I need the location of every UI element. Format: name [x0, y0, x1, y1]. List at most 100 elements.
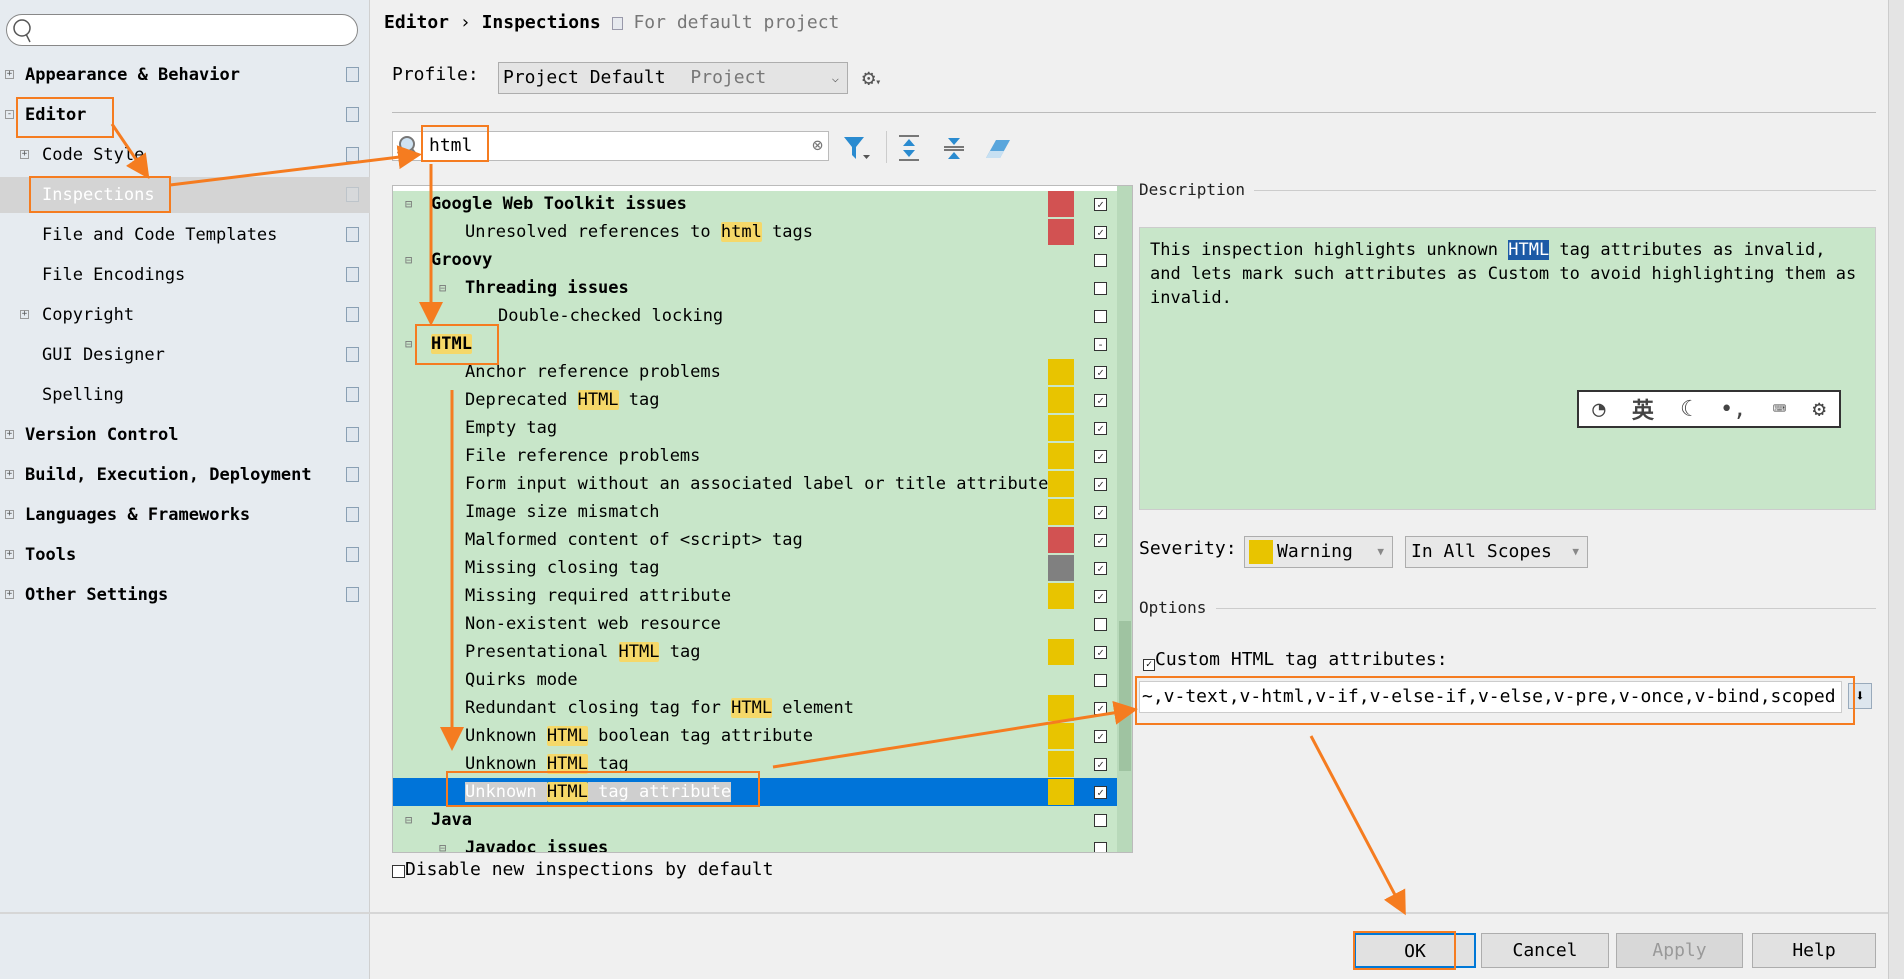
- expand-icon[interactable]: +: [5, 510, 14, 519]
- expand-icon[interactable]: +: [5, 70, 14, 79]
- apply-button[interactable]: Apply: [1616, 933, 1743, 968]
- custom-attributes-input[interactable]: ~,v-text,v-html,v-if,v-else-if,v-else,v-…: [1139, 681, 1842, 713]
- inspection-row[interactable]: Image size mismatch ✓: [393, 498, 1117, 526]
- inspection-row[interactable]: Deprecated HTML tag ✓: [393, 386, 1117, 414]
- sidebar-item-file-encodings[interactable]: File Encodings: [0, 257, 370, 293]
- collapse-icon[interactable]: ⊟: [405, 246, 412, 274]
- sidebar-item-file-and-code-templates[interactable]: File and Code Templates: [0, 217, 370, 253]
- sidebar-item-appearance-behavior[interactable]: + Appearance & Behavior: [0, 57, 370, 93]
- inspection-row[interactable]: Missing required attribute ✓: [393, 582, 1117, 610]
- expand-icon[interactable]: +: [5, 550, 14, 559]
- expand-icon[interactable]: +: [5, 590, 14, 599]
- keyboard-icon[interactable]: ⌨: [1773, 397, 1786, 422]
- collapse-icon[interactable]: ⊟: [439, 834, 446, 852]
- collapse-icon[interactable]: -: [5, 110, 14, 119]
- ime-toolbar[interactable]: ◔ 英 ☾ •, ⌨ ⚙: [1577, 390, 1841, 428]
- sidebar-item-editor[interactable]: - Editor: [0, 97, 370, 133]
- tree-scrollbar[interactable]: [1117, 186, 1132, 852]
- inspection-enabled-checkbox[interactable]: -: [1094, 338, 1107, 351]
- custom-attributes-checkbox[interactable]: ✓ Custom HTML tag attributes:: [1143, 649, 1448, 671]
- severity-dropdown[interactable]: Warning ▼: [1244, 536, 1393, 568]
- inspection-row[interactable]: Anchor reference problems ✓: [393, 358, 1117, 386]
- sidebar-item-spelling[interactable]: Spelling: [0, 377, 370, 413]
- inspection-row[interactable]: Malformed content of <script> tag ✓: [393, 526, 1117, 554]
- inspection-enabled-checkbox[interactable]: [1094, 618, 1107, 631]
- filter-icon[interactable]: [842, 134, 872, 162]
- inspection-row[interactable]: ⊟ Google Web Toolkit issues ✓: [393, 190, 1117, 218]
- sidebar-item-gui-designer[interactable]: GUI Designer: [0, 337, 370, 373]
- inspection-enabled-checkbox[interactable]: ✓: [1094, 730, 1107, 743]
- inspection-row[interactable]: ⊟ Java: [393, 806, 1117, 834]
- collapse-icon[interactable]: ⊟: [405, 330, 412, 358]
- inspection-row[interactable]: Double-checked locking: [393, 302, 1117, 330]
- expand-icon[interactable]: +: [5, 470, 14, 479]
- disable-new-inspections-checkbox[interactable]: Disable new inspections by default: [392, 859, 773, 880]
- inspection-enabled-checkbox[interactable]: ✓: [1094, 646, 1107, 659]
- inspection-enabled-checkbox[interactable]: ✓: [1094, 394, 1107, 407]
- profile-dropdown[interactable]: Project Default Project ⌵: [498, 62, 848, 94]
- moon-icon[interactable]: ☾: [1680, 397, 1693, 422]
- inspections-tree[interactable]: ⊟ Google Web Toolkit issues ✓ Unresolved re…: [392, 185, 1133, 853]
- inspection-enabled-checkbox[interactable]: [1094, 814, 1107, 827]
- punctuation-icon[interactable]: •,: [1720, 397, 1747, 422]
- inspection-enabled-checkbox[interactable]: ✓: [1094, 562, 1107, 575]
- inspection-row[interactable]: Unknown HTML tag ✓: [393, 750, 1117, 778]
- inspection-enabled-checkbox[interactable]: ✓: [1094, 590, 1107, 603]
- settings-search-input[interactable]: [6, 14, 358, 46]
- sidebar-item-version-control[interactable]: + Version Control: [0, 417, 370, 453]
- inspection-enabled-checkbox[interactable]: ✓: [1094, 450, 1107, 463]
- sidebar-item-tools[interactable]: + Tools: [0, 537, 370, 573]
- inspection-enabled-checkbox[interactable]: [1094, 674, 1107, 687]
- inspection-row[interactable]: Missing closing tag ✓: [393, 554, 1117, 582]
- sidebar-item-languages-frameworks[interactable]: + Languages & Frameworks: [0, 497, 370, 533]
- sidebar-item-inspections[interactable]: Inspections: [0, 177, 370, 213]
- inspection-row[interactable]: File reference problems ✓: [393, 442, 1117, 470]
- collapse-icon[interactable]: ⊟: [405, 190, 412, 218]
- inspection-row[interactable]: Redundant closing tag for HTML element ✓: [393, 694, 1117, 722]
- inspection-enabled-checkbox[interactable]: [1094, 310, 1107, 323]
- inspection-filter-input[interactable]: html ⊗: [392, 131, 829, 161]
- checkmark-icon[interactable]: ✓: [1143, 659, 1155, 671]
- clear-icon[interactable]: ⊗: [812, 135, 823, 156]
- expand-field-icon[interactable]: ⬇: [1848, 683, 1872, 709]
- inspection-enabled-checkbox[interactable]: ✓: [1094, 478, 1107, 491]
- scrollbar-thumb[interactable]: [1119, 621, 1131, 771]
- inspection-enabled-checkbox[interactable]: ✓: [1094, 758, 1107, 771]
- expand-icon[interactable]: +: [20, 310, 29, 319]
- sidebar-item-build-execution-deployment[interactable]: + Build, Execution, Deployment: [0, 457, 370, 493]
- eraser-icon[interactable]: [982, 134, 1012, 162]
- inspection-enabled-checkbox[interactable]: ✓: [1094, 422, 1107, 435]
- gear-icon[interactable]: ⚙▾: [862, 66, 881, 91]
- help-button[interactable]: Help: [1752, 933, 1876, 968]
- inspection-enabled-checkbox[interactable]: [1094, 842, 1107, 852]
- checkbox-box[interactable]: [392, 865, 405, 878]
- collapse-icon[interactable]: ⊟: [405, 806, 412, 834]
- scope-dropdown[interactable]: In All Scopes ▼: [1405, 536, 1588, 568]
- sidebar-item-copyright[interactable]: + Copyright: [0, 297, 370, 333]
- inspection-row[interactable]: Empty tag ✓: [393, 414, 1117, 442]
- expand-all-icon[interactable]: [896, 134, 922, 162]
- inspection-enabled-checkbox[interactable]: [1094, 254, 1107, 267]
- inspection-row[interactable]: Presentational HTML tag ✓: [393, 638, 1117, 666]
- inspection-enabled-checkbox[interactable]: ✓: [1094, 534, 1107, 547]
- expand-icon[interactable]: +: [5, 430, 14, 439]
- inspection-enabled-checkbox[interactable]: ✓: [1094, 702, 1107, 715]
- inspection-row[interactable]: Form input without an associated label o…: [393, 470, 1117, 498]
- inspection-row[interactable]: Quirks mode: [393, 666, 1117, 694]
- inspection-enabled-checkbox[interactable]: ✓: [1094, 198, 1107, 211]
- cancel-button[interactable]: Cancel: [1481, 933, 1609, 968]
- ok-button[interactable]: OK: [1354, 933, 1476, 968]
- ime-logo-icon[interactable]: ◔: [1592, 397, 1605, 422]
- inspection-row[interactable]: ⊟ HTML -: [393, 330, 1117, 358]
- inspection-row[interactable]: ⊟ Javadoc issues: [393, 834, 1117, 852]
- expand-icon[interactable]: +: [20, 150, 29, 159]
- collapse-icon[interactable]: ⊟: [439, 274, 446, 302]
- inspection-row[interactable]: Unresolved references to html tags ✓: [393, 218, 1117, 246]
- inspection-enabled-checkbox[interactable]: ✓: [1094, 786, 1107, 799]
- ime-language-toggle[interactable]: 英: [1632, 393, 1654, 425]
- settings-icon[interactable]: ⚙: [1813, 397, 1826, 422]
- breadcrumb-editor[interactable]: Editor: [384, 12, 449, 33]
- inspection-row[interactable]: ⊟ Threading issues: [393, 274, 1117, 302]
- collapse-all-icon[interactable]: [941, 134, 967, 162]
- inspection-row[interactable]: Unknown HTML tag attribute ✓: [393, 778, 1117, 806]
